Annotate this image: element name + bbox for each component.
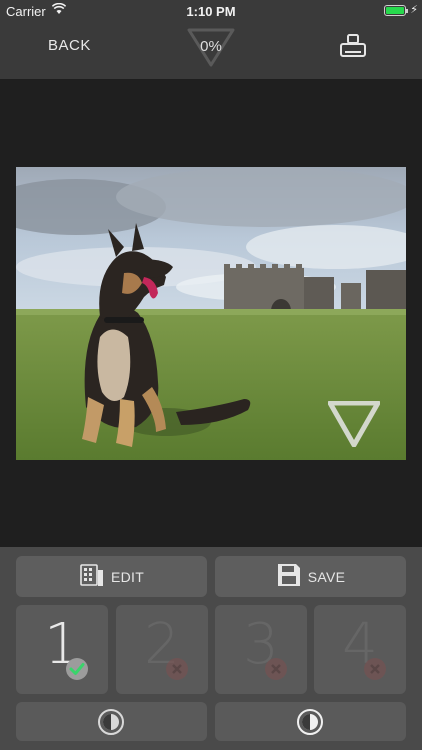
x-icon (166, 658, 188, 680)
slot-number: 2 (144, 612, 180, 677)
charging-icon: ⚡ (410, 4, 418, 16)
edit-button[interactable]: EDIT (16, 556, 207, 597)
slot-1[interactable]: 1 (16, 605, 108, 694)
slot-number: 1 (44, 612, 80, 677)
slot-number: 3 (243, 612, 279, 677)
stamp-icon[interactable] (338, 32, 368, 62)
slot-2[interactable]: 2 (116, 605, 208, 694)
back-button[interactable]: BACK (48, 37, 91, 54)
clock: 1:10 PM (186, 4, 236, 19)
save-label: SAVE (307, 568, 346, 585)
edit-grid-icon (79, 562, 105, 591)
photo-image[interactable] (16, 167, 406, 460)
top-nav: BACK 0% (0, 22, 422, 80)
x-icon (265, 658, 287, 680)
slot-number: 4 (342, 612, 378, 677)
triangle-watermark-icon (328, 401, 380, 447)
contrast-circle-icon (297, 709, 323, 735)
progress-indicator: 0% (186, 27, 236, 67)
toggle-right[interactable] (215, 702, 406, 741)
floppy-disk-icon (276, 562, 302, 591)
toggle-left[interactable] (16, 702, 207, 741)
edit-label: EDIT (110, 568, 145, 585)
x-icon (364, 658, 386, 680)
bottom-panel: EDIT SAVE 1 2 3 4 (0, 547, 422, 750)
status-bar: Carrier 1:10 PM ⚡ (0, 0, 422, 22)
slot-3[interactable]: 3 (215, 605, 307, 694)
save-button[interactable]: SAVE (215, 556, 406, 597)
progress-percent: 0% (200, 38, 222, 55)
photo-canvas (0, 80, 422, 547)
battery-icon (384, 5, 408, 16)
slot-4[interactable]: 4 (314, 605, 406, 694)
check-icon (66, 658, 88, 680)
contrast-circle-icon (98, 709, 124, 735)
